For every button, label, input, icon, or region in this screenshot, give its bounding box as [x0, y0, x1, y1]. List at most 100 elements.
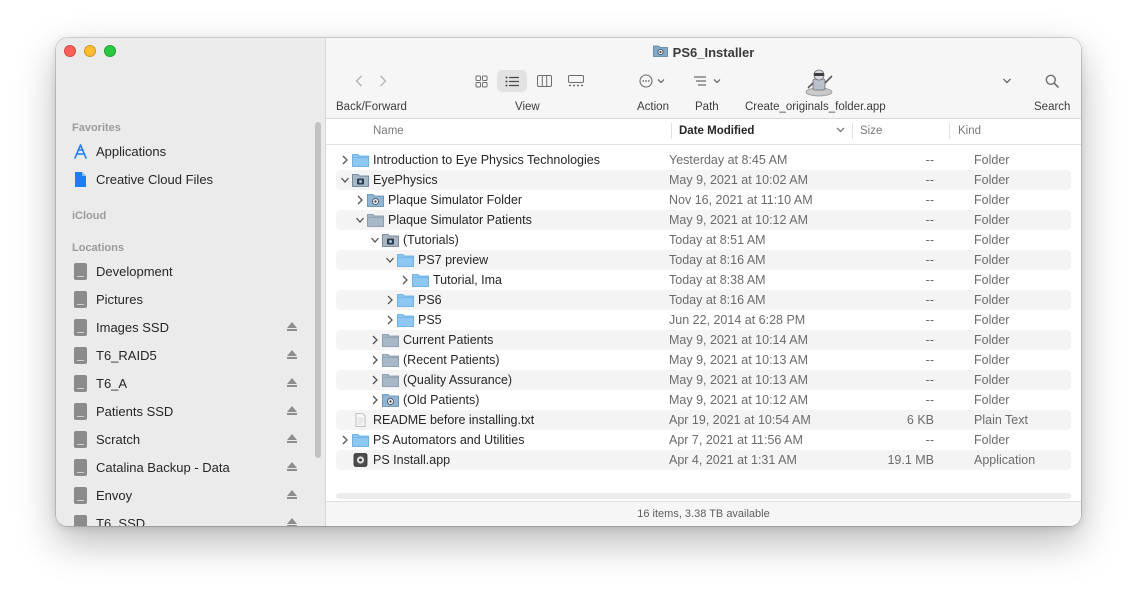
- icon-view-button[interactable]: [470, 70, 492, 92]
- column-size[interactable]: Size: [860, 125, 882, 137]
- sidebar-item-pictures[interactable]: Pictures: [72, 288, 298, 310]
- sidebar-item-label: T6_RAID5: [96, 347, 157, 363]
- table-row[interactable]: Tutorial, Ima Today at 8:38 AM -- Folder: [336, 270, 1071, 290]
- ellipsis-circle-icon: [639, 74, 665, 88]
- table-row[interactable]: (Recent Patients) May 9, 2021 at 10:13 AM…: [336, 350, 1071, 370]
- sidebar-item-t6-ssd[interactable]: T6_SSD: [72, 512, 298, 526]
- eject-icon[interactable]: [286, 432, 298, 446]
- sidebar-item-scratch[interactable]: Scratch: [72, 428, 298, 450]
- table-row[interactable]: Plaque Simulator Patients May 9, 2021 at …: [336, 210, 1071, 230]
- row-name-label: PS7 preview: [418, 253, 489, 267]
- table-row[interactable]: README before installing.txt Apr 19, 2021…: [336, 410, 1071, 430]
- gallery-view-button[interactable]: [564, 70, 588, 92]
- folder-icon: [367, 213, 384, 227]
- sidebar-item-development[interactable]: Development: [72, 260, 298, 282]
- row-kind: Folder: [974, 173, 1010, 187]
- minimize-button[interactable]: [84, 45, 96, 57]
- chevron-left-icon: [355, 75, 363, 87]
- sidebar-scroll[interactable]: Favorites Applications Creative Cloud Fi…: [56, 38, 326, 526]
- table-row[interactable]: PS5 Jun 22, 2014 at 6:28 PM -- Folder: [336, 310, 1071, 330]
- table-row[interactable]: PS Install.app Apr 4, 2021 at 1:31 AM 19.1…: [336, 450, 1071, 470]
- column-view-button[interactable]: [533, 70, 555, 92]
- table-row[interactable]: PS6 Today at 8:16 AM -- Folder: [336, 290, 1071, 310]
- row-size: --: [925, 153, 934, 167]
- sidebar-item-applications[interactable]: Applications: [72, 140, 298, 162]
- path-button[interactable]: [692, 70, 726, 92]
- sidebar-item-creative-cloud-files[interactable]: Creative Cloud Files: [72, 168, 298, 190]
- row-name: (Quality Assurance): [382, 373, 512, 387]
- disclosure-closed-icon[interactable]: [340, 154, 350, 166]
- table-row[interactable]: (Tutorials) Today at 8:51 AM -- Folder: [336, 230, 1071, 250]
- disclosure-closed-icon[interactable]: [340, 434, 350, 446]
- column-header: Name Date Modified Size Kind: [326, 119, 1081, 145]
- table-row[interactable]: PS7 preview Today at 8:16 AM -- Folder: [336, 250, 1071, 270]
- sidebar-item-t6-a[interactable]: T6_A: [72, 372, 298, 394]
- column-separator[interactable]: [852, 123, 853, 139]
- status-bar: 16 items, 3.38 TB available: [326, 501, 1081, 526]
- row-name-label: PS Automators and Utilities: [373, 433, 525, 447]
- table-row[interactable]: Current Patients May 9, 2021 at 10:14 AM -…: [336, 330, 1071, 350]
- eject-icon[interactable]: [286, 488, 298, 502]
- applications-icon: [72, 142, 88, 160]
- disclosure-closed-icon[interactable]: [370, 354, 380, 366]
- action-button[interactable]: [638, 70, 670, 92]
- eject-icon[interactable]: [286, 516, 298, 526]
- disclosure-open-icon[interactable]: [385, 254, 395, 266]
- sidebar-item-patients-ssd[interactable]: Patients SSD: [72, 400, 298, 422]
- sidebar-item-catalina-backup[interactable]: Catalina Backup - Data: [72, 456, 298, 478]
- create-originals-app-button[interactable]: [802, 66, 836, 98]
- disclosure-closed-icon[interactable]: [370, 374, 380, 386]
- column-separator[interactable]: [671, 123, 672, 139]
- row-kind: Folder: [974, 233, 1010, 247]
- eject-icon[interactable]: [286, 460, 298, 474]
- disclosure-closed-icon[interactable]: [370, 334, 380, 346]
- table-row[interactable]: Introduction to Eye Physics Technologies…: [336, 150, 1071, 170]
- eject-icon[interactable]: [286, 348, 298, 362]
- more-toolbar-button[interactable]: [1000, 72, 1014, 90]
- disclosure-closed-icon[interactable]: [400, 274, 410, 286]
- row-date-modified: May 9, 2021 at 10:12 AM: [669, 213, 808, 227]
- zoom-button[interactable]: [104, 45, 116, 57]
- sidebar-item-label: Envoy: [96, 487, 133, 503]
- toolbar: PS6_Installer Back/Forward View Action P…: [326, 38, 1081, 119]
- create-originals-app-label: Create_originals_folder.app: [745, 101, 886, 113]
- column-name[interactable]: Name: [373, 125, 404, 137]
- horizontal-scrollbar[interactable]: [336, 493, 1071, 499]
- disclosure-open-icon[interactable]: [355, 214, 365, 226]
- forward-button[interactable]: [376, 72, 390, 90]
- table-row[interactable]: (Quality Assurance) May 9, 2021 at 10:13 …: [336, 370, 1071, 390]
- disclosure-closed-icon[interactable]: [385, 314, 395, 326]
- back-button[interactable]: [352, 72, 366, 90]
- list-view-button[interactable]: [497, 70, 527, 92]
- table-row[interactable]: EyePhysics May 9, 2021 at 10:02 AM -- Folde…: [336, 170, 1071, 190]
- sidebar-item-images-ssd[interactable]: Images SSD: [72, 316, 298, 338]
- eject-icon[interactable]: [286, 404, 298, 418]
- column-date-modified[interactable]: Date Modified: [679, 125, 754, 137]
- row-name: PS7 preview: [397, 253, 488, 267]
- disclosure-closed-icon[interactable]: [370, 394, 380, 406]
- table-row[interactable]: Plaque Simulator Folder Nov 16, 2021 at 1…: [336, 190, 1071, 210]
- close-button[interactable]: [64, 45, 76, 57]
- file-list[interactable]: Introduction to Eye Physics Technologies…: [336, 150, 1071, 470]
- column-kind[interactable]: Kind: [958, 125, 981, 137]
- row-name: PS6: [397, 293, 442, 307]
- column-separator[interactable]: [949, 123, 950, 139]
- disclosure-closed-icon[interactable]: [385, 294, 395, 306]
- sidebar-item-t6-raid5[interactable]: T6_RAID5: [72, 344, 298, 366]
- disclosure-open-icon[interactable]: [340, 174, 350, 186]
- table-row[interactable]: (Old Patients) May 9, 2021 at 10:12 AM -- F…: [336, 390, 1071, 410]
- eject-icon[interactable]: [286, 376, 298, 390]
- row-kind: Folder: [974, 353, 1010, 367]
- sidebar-scrollbar[interactable]: [315, 122, 321, 458]
- row-kind: Folder: [974, 253, 1010, 267]
- eject-icon[interactable]: [286, 320, 298, 334]
- search-label: Search: [1034, 101, 1071, 113]
- table-row[interactable]: PS Automators and Utilities Apr 7, 2021 a…: [336, 430, 1071, 450]
- sort-chevron-icon[interactable]: [836, 125, 845, 137]
- disclosure-open-icon[interactable]: [370, 234, 380, 246]
- search-button[interactable]: [1042, 71, 1062, 91]
- sidebar-item-label: T6_SSD: [96, 515, 146, 527]
- sidebar-item-envoy[interactable]: Envoy: [72, 484, 298, 506]
- window-title-text: PS6_Installer: [672, 44, 755, 60]
- disclosure-closed-icon[interactable]: [355, 194, 365, 206]
